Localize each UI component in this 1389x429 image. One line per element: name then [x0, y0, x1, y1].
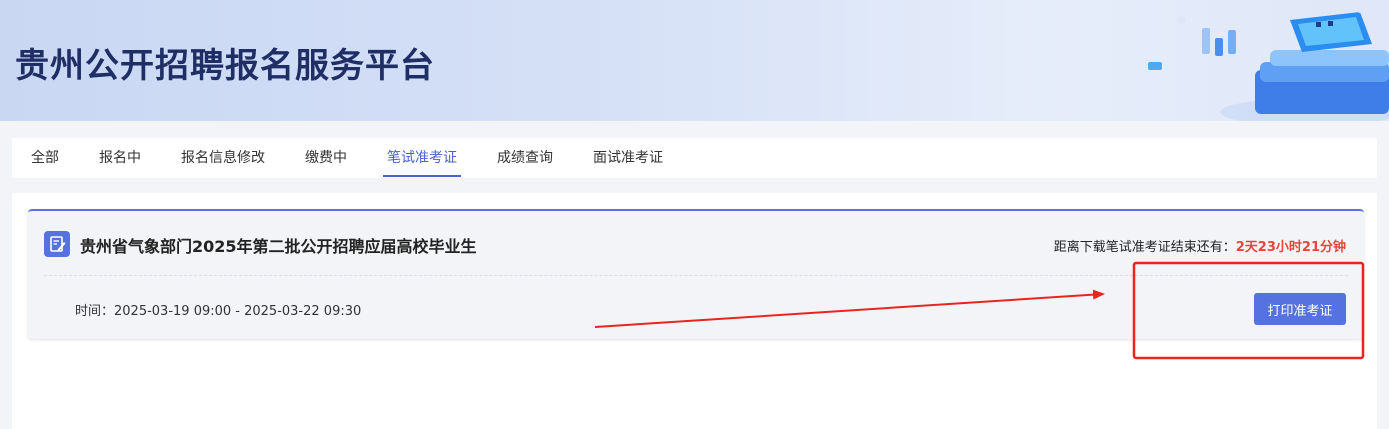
exam-title: 贵州省气象部门2025年第二批公开招聘应届高校毕业生 — [80, 237, 477, 256]
card-divider — [44, 275, 1348, 276]
banner-illustration — [1148, 7, 1389, 121]
download-countdown: 距离下载笔试准考证结束还有：2天23小时21分钟 — [1054, 236, 1346, 255]
time-label: 时间： — [75, 304, 115, 319]
countdown-value: 2天23小时21分钟 — [1235, 240, 1346, 255]
tab-all[interactable]: 全部 — [31, 138, 59, 178]
exam-card: 贵州省气象部门2025年第二批公开招聘应届高校毕业生 距离下载笔试准考证结束还有… — [28, 209, 1364, 339]
edit-document-icon — [44, 231, 70, 257]
tab-registration-edit[interactable]: 报名信息修改 — [181, 138, 265, 178]
tab-written-admission[interactable]: 笔试准考证 — [387, 138, 457, 178]
countdown-label: 距离下载笔试准考证结束还有： — [1053, 240, 1236, 255]
tab-registering[interactable]: 报名中 — [99, 138, 141, 178]
tab-score-query[interactable]: 成绩查询 — [497, 138, 553, 178]
site-title: 贵州公开招聘报名服务平台 — [15, 46, 435, 86]
tabs-bar: 全部 报名中 报名信息修改 缴费中 笔试准考证 成绩查询 面试准考证 — [12, 138, 1377, 178]
content-panel: 贵州省气象部门2025年第二批公开招聘应届高校毕业生 距离下载笔试准考证结束还有… — [12, 193, 1377, 429]
exam-time: 时间：2025-03-19 09:00 - 2025-03-22 09:30 — [75, 300, 361, 319]
header-banner: 贵州公开招聘报名服务平台 — [0, 0, 1389, 121]
tab-interview-admission[interactable]: 面试准考证 — [593, 138, 663, 178]
tab-payment[interactable]: 缴费中 — [305, 138, 347, 178]
active-tab-indicator — [383, 175, 461, 177]
print-admission-button[interactable]: 打印准考证 — [1254, 293, 1346, 325]
time-value: 2025-03-19 09:00 - 2025-03-22 09:30 — [114, 304, 362, 319]
